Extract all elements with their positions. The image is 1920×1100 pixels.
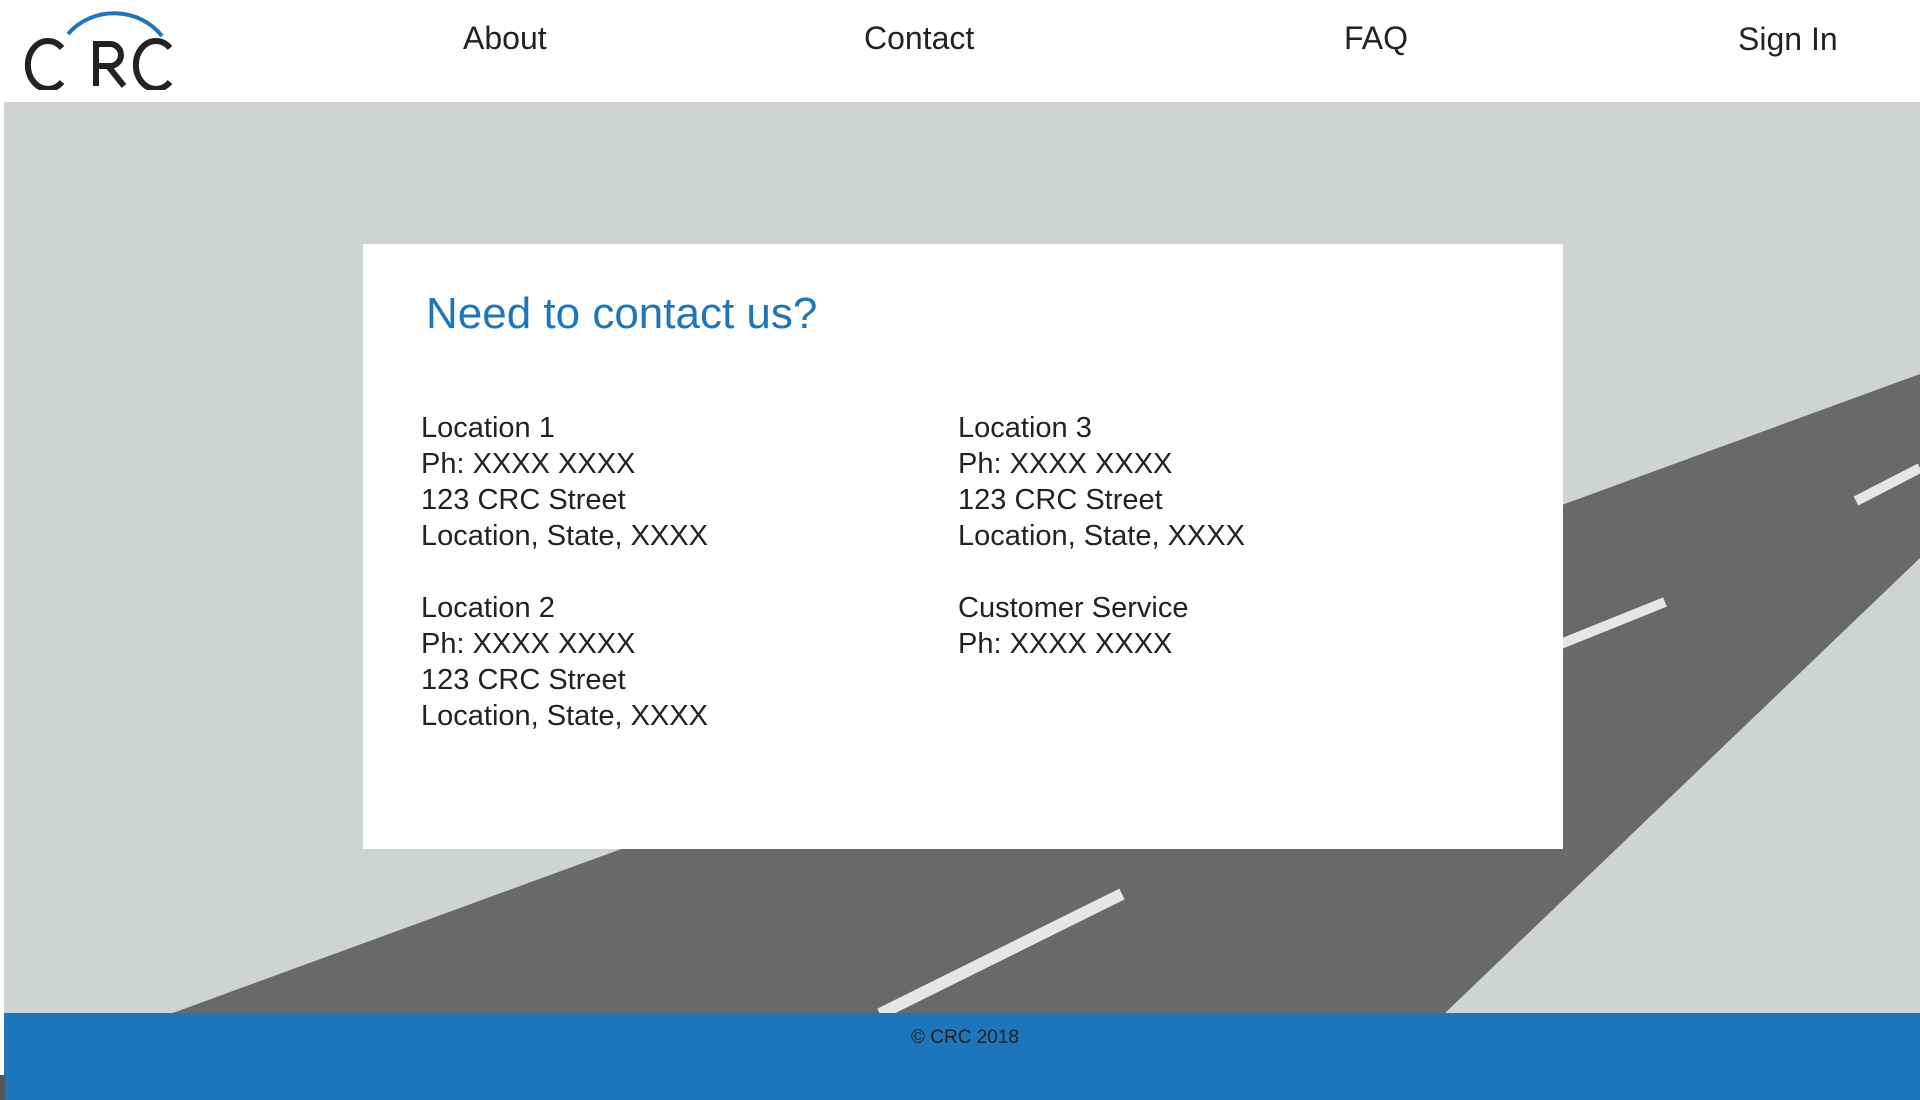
contact-title: Need to contact us? <box>426 289 818 338</box>
nav-contact[interactable]: Contact <box>864 18 974 58</box>
copyright-text: © CRC 2018 <box>911 1027 1019 1048</box>
location-1-block: Location 1 Ph: XXXX XXXX 123 CRC Street … <box>421 410 708 554</box>
location-street: 123 CRC Street <box>958 484 1163 516</box>
location-phone[interactable]: Ph: XXXX XXXX <box>421 446 708 482</box>
edge-divider <box>0 1075 5 1100</box>
contact-card: Need to contact us? Location 1 Ph: XXXX … <box>363 244 1563 849</box>
nav-faq[interactable]: FAQ <box>1344 18 1408 58</box>
location-street: 123 CRC Street <box>421 664 626 696</box>
location-phone[interactable]: Ph: XXXX XXXX <box>958 446 1245 482</box>
location-phone[interactable]: Ph: XXXX XXXX <box>421 626 708 662</box>
customer-service-phone[interactable]: Ph: XXXX XXXX <box>958 626 1188 662</box>
location-3-block: Location 3 Ph: XXXX XXXX 123 CRC Street … <box>958 410 1245 554</box>
customer-service-block: Customer Service Ph: XXXX XXXX <box>958 590 1188 662</box>
location-name: Location 3 <box>958 412 1092 444</box>
location-city: Location, State, XXXX <box>421 520 708 552</box>
location-city: Location, State, XXXX <box>958 520 1245 552</box>
location-name: Location 1 <box>421 412 555 444</box>
crc-logo[interactable] <box>22 6 174 90</box>
site-header: About Contact FAQ Sign In <box>0 0 1920 102</box>
nav-about[interactable]: About <box>463 18 547 58</box>
customer-service-name: Customer Service <box>958 592 1189 624</box>
page: About Contact FAQ Sign In Need to contac… <box>0 0 1920 1100</box>
nav-sign-in[interactable]: Sign In <box>1738 19 1838 59</box>
location-name: Location 2 <box>421 592 555 624</box>
site-footer: © CRC 2018 <box>4 1013 1920 1100</box>
location-street: 123 CRC Street <box>421 484 626 516</box>
crc-logo-icon <box>24 11 173 90</box>
location-2-block: Location 2 Ph: XXXX XXXX 123 CRC Street … <box>421 590 708 734</box>
location-city: Location, State, XXXX <box>421 700 708 732</box>
